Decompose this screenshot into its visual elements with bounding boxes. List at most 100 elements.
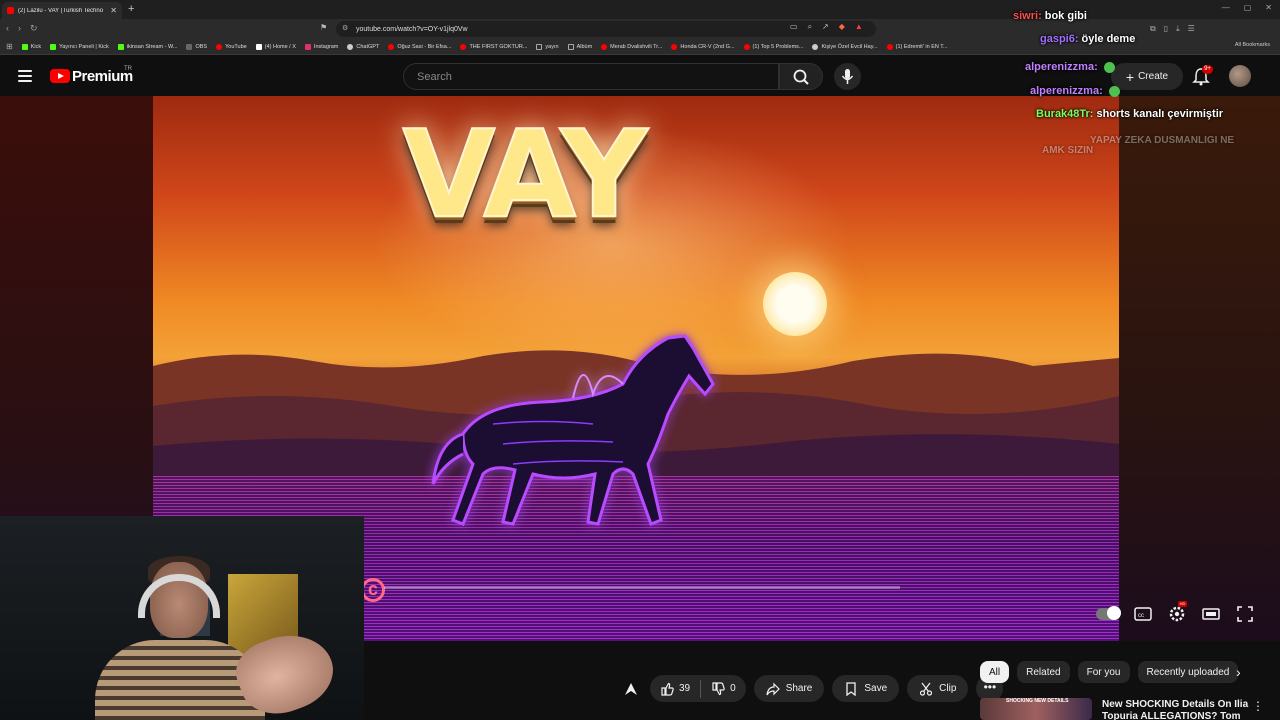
chat-text: AMK SIZIN	[1042, 145, 1094, 156]
chat-username: Burak48Tr:	[1036, 108, 1094, 120]
chat-message: AMK SIZIN	[1042, 145, 1093, 156]
save-label: Save	[864, 683, 888, 694]
folder-icon	[536, 43, 543, 50]
bookmark-folder[interactable]: yayın	[536, 43, 559, 50]
theater-mode-icon[interactable]	[1200, 603, 1222, 625]
bookmark-item[interactable]: Yayıncı Paneli | Kick	[50, 43, 109, 50]
neon-horse-image	[431, 334, 715, 526]
recommended-video[interactable]: SHOCKING NEW DETAILS New SHOCKING Detail…	[980, 696, 1280, 720]
bookmark-favicon-icon	[216, 43, 223, 50]
like-dislike-group: 39 0	[650, 675, 746, 702]
stream-chat-overlay: siwri: bok gibi gaspi6: öyle deme alpereni…	[1010, 0, 1280, 160]
chip-recently-uploaded[interactable]: Recently uploaded	[1137, 661, 1239, 683]
chat-message: siwri: bok gibi	[1013, 10, 1087, 22]
bookmark-item[interactable]: THE FIRST GOKTUR...	[460, 43, 527, 50]
tab-active[interactable]: (2) Lazilu - VAY (Turkish Techno ✕	[2, 2, 122, 19]
bookmark-page-icon[interactable]: ⚑	[320, 23, 327, 32]
svg-text:cc: cc	[1138, 613, 1144, 619]
bookmark-item[interactable]: (1) Top 5 Problems...	[743, 43, 803, 50]
back-icon[interactable]: ‹	[6, 23, 9, 34]
chat-message: gaspi6: öyle deme	[1040, 33, 1135, 45]
clip-label: Clip	[939, 683, 957, 694]
nav-buttons: ‹ › ↻	[6, 23, 38, 34]
dislike-count: 0	[730, 683, 736, 694]
bookmark-item[interactable]: Kick	[21, 43, 41, 50]
youtube-logo-icon[interactable]	[50, 69, 70, 83]
like-count: 39	[679, 683, 691, 694]
chat-message: alperenizzma:	[1025, 61, 1115, 73]
chip-all[interactable]: All	[980, 661, 1010, 683]
scissors-icon	[920, 682, 933, 696]
thumbs-down-icon	[712, 681, 725, 695]
folder-icon	[567, 43, 574, 50]
new-tab-button[interactable]: +	[128, 3, 134, 15]
microphone-icon	[841, 69, 854, 84]
zoom-icon[interactable]: ⌕	[808, 22, 812, 32]
bookmark-item[interactable]: Honda CR-V (2nd G...	[671, 43, 735, 50]
bookmark-favicon-icon	[812, 43, 819, 50]
streamer-webcam	[0, 516, 364, 720]
install-icon[interactable]: ▭	[790, 22, 798, 32]
settings-button[interactable]: HD	[1166, 601, 1188, 625]
recommended-video-title[interactable]: New SHOCKING Details On Ilia Topuria ALL…	[1102, 699, 1252, 720]
tab-title: (2) Lazilu - VAY (Turkish Techno	[18, 7, 104, 14]
video-actions: 39 0 Share Save Clip •••	[620, 675, 1004, 702]
bookmark-item[interactable]: (4) Home / X	[255, 43, 296, 50]
related-filter-chips: All Related For you Recently uploaded	[980, 661, 1239, 683]
youtube-favicon-icon	[7, 7, 14, 14]
chip-related[interactable]: Related	[1017, 661, 1070, 683]
bookmark-favicon-icon	[671, 43, 678, 50]
rewards-icon[interactable]: ▲	[855, 22, 863, 32]
bookmark-item[interactable]: Oğuz Sasi - Bir Efsa...	[388, 43, 451, 50]
autoplay-toggle[interactable]	[1096, 606, 1121, 620]
ai-assist-icon[interactable]	[620, 678, 642, 700]
bookmark-item[interactable]: OBS	[186, 43, 207, 50]
player-controls: cc HD	[1096, 601, 1256, 625]
bookmark-item[interactable]: ChatGPT	[347, 43, 379, 50]
chip-for-you[interactable]: For you	[1077, 661, 1130, 683]
like-button[interactable]: 39	[650, 675, 700, 702]
bookmark-favicon-icon	[347, 43, 354, 50]
more-vert-icon[interactable]: ⋮	[1252, 699, 1264, 713]
video-title-art: VAY	[401, 105, 648, 246]
chat-username: alperenizzma:	[1030, 85, 1103, 97]
search-input[interactable]: Search	[403, 63, 779, 90]
bookmark-folder[interactable]: Albüm	[567, 43, 592, 50]
guide-menu-icon[interactable]	[18, 70, 32, 82]
reload-icon[interactable]: ↻	[30, 23, 38, 34]
omnibox-actions: ▭ ⌕ ↗ ◆ ▲	[790, 22, 863, 32]
share-button[interactable]: Share	[753, 675, 825, 702]
chat-username: siwri:	[1013, 10, 1042, 22]
chat-text: shorts kanalı çevirmiştir	[1096, 108, 1224, 120]
voice-search-button[interactable]	[834, 63, 861, 90]
chat-message: YAPAY ZEKA DUSMANLIGI NE	[1090, 135, 1234, 146]
bookmark-item[interactable]: YouTube	[216, 43, 247, 50]
forward-icon[interactable]: ›	[18, 23, 21, 34]
chat-username: gaspi6:	[1040, 33, 1079, 45]
video-progress-bar[interactable]	[384, 586, 900, 589]
brave-shield-icon[interactable]: ◆	[839, 22, 845, 32]
bookmark-item[interactable]: ikinsan Stream - W...	[117, 43, 177, 50]
bookmark-item[interactable]: Merab Dvalishvili Tr...	[601, 43, 662, 50]
bookmark-favicon-icon	[304, 43, 311, 50]
close-tab-icon[interactable]: ✕	[110, 6, 117, 15]
fullscreen-icon[interactable]	[1234, 603, 1256, 625]
emote-icon	[1103, 61, 1115, 73]
bookmark-item[interactable]: Instagram	[304, 43, 338, 50]
dislike-button[interactable]: 0	[701, 675, 746, 702]
search-button[interactable]	[779, 63, 823, 90]
chevron-right-icon[interactable]: ›	[1236, 664, 1241, 680]
channel-watermark[interactable]: c	[361, 578, 385, 602]
bookmark-item[interactable]: (1) Edremit' in EN T...	[886, 43, 948, 50]
bookmark-item[interactable]: Kişiye Özel Evcil Hay...	[812, 43, 878, 50]
site-info-icon[interactable]: ⚙	[342, 24, 350, 33]
search-icon	[793, 69, 809, 85]
player-ambient-right	[1119, 96, 1280, 641]
save-button[interactable]: Save	[832, 675, 900, 702]
subtitles-icon[interactable]: cc	[1132, 603, 1154, 625]
chat-message: alperenizzma:	[1030, 85, 1120, 97]
bookmark-favicon-icon	[186, 43, 193, 50]
apps-icon[interactable]: ⊞	[6, 42, 13, 51]
share-page-icon[interactable]: ↗	[822, 22, 829, 32]
clip-button[interactable]: Clip	[907, 675, 969, 702]
